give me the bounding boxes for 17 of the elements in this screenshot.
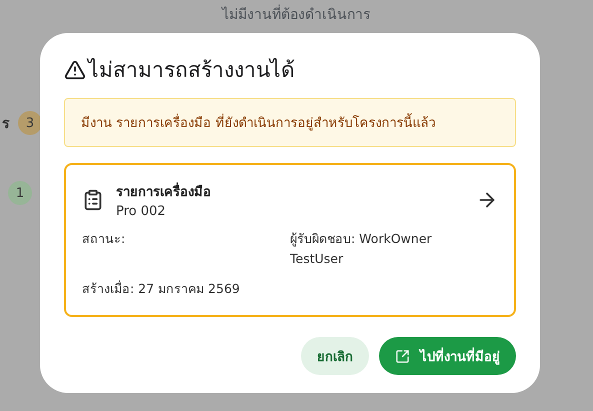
empty-state-text: ไม่มีงานที่ต้องดำเนินการ bbox=[0, 0, 593, 25]
go-to-task-button[interactable]: ไปที่งานที่มีอยู่ bbox=[379, 337, 516, 375]
row-label: ร bbox=[2, 115, 10, 134]
warning-icon bbox=[64, 58, 86, 80]
owner-text: ผู้รับผิดชอบ: WorkOwner TestUser bbox=[290, 230, 433, 268]
task-card[interactable]: รายการเครื่องมือ Pro 002 สถานะ: ผู้รับผิดชอบ: WorkOwner TestUser สร้างเมื่อ: 27 มกราคม 2569 bbox=[64, 163, 516, 317]
dialog-title: ไม่สามารถสร้างงานได้ bbox=[88, 57, 295, 84]
status-label: สถานะ: bbox=[82, 230, 126, 248]
count-badge: 1 bbox=[8, 181, 32, 205]
clipboard-icon bbox=[82, 189, 104, 211]
external-link-icon bbox=[395, 348, 410, 364]
count-badge: 3 bbox=[18, 111, 42, 135]
task-code: Pro 002 bbox=[116, 204, 167, 219]
alert-message: มีงาน รายการเครื่องมือ ที่ยังดำเนินการอยู่สำหรับโครงการนี้แล้ว bbox=[64, 98, 516, 147]
task-title: รายการเครื่องมือ bbox=[116, 181, 464, 202]
cancel-button[interactable]: ยกเลิก bbox=[301, 337, 369, 375]
created-date: สร้างเมื่อ: 27 มกราคม 2569 bbox=[82, 279, 241, 298]
